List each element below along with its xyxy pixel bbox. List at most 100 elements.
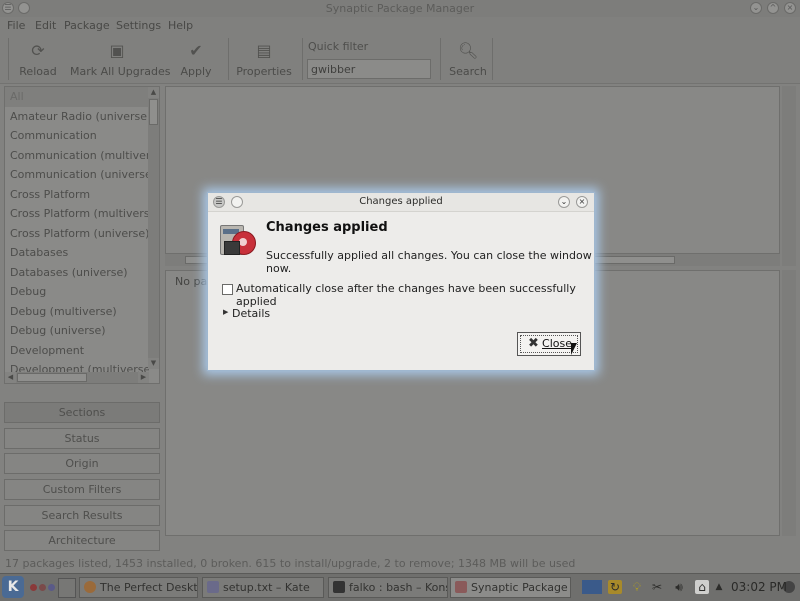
custom-filters-button[interactable]: Custom Filters [4,479,160,500]
close-window-icon[interactable]: × [784,2,796,14]
search-button[interactable]: 🔍︎ Search [448,39,488,79]
category-item[interactable]: Databases [5,243,149,263]
category-item[interactable]: Communication (multiverse) [5,146,149,166]
quick-filter-input[interactable] [307,59,431,79]
scroll-down-icon[interactable]: ▼ [148,358,159,369]
category-item[interactable]: Debug (multiverse) [5,302,149,322]
toolbar-separator [302,38,303,80]
mark-all-upgrades-button[interactable]: ▣ Mark All Upgrades [70,39,171,79]
main-window-title: Synaptic Package Manager [325,2,475,15]
dialog-message: Successfully applied all changes. You ca… [266,249,592,275]
search-results-button[interactable]: Search Results [4,505,160,526]
category-item[interactable]: Communication (universe) [5,165,149,185]
task-label: The Perfect Desktop - [100,581,198,594]
category-item[interactable]: Cross Platform (multiverse) [5,204,149,224]
category-list: All Amateur Radio (universe) Communicati… [5,87,149,380]
category-item[interactable]: Databases (universe) [5,263,149,283]
sections-button[interactable]: Sections [4,402,160,423]
apply-button[interactable]: ✔ Apply [176,39,216,79]
main-window-titlebar[interactable]: ☰ Synaptic Package Manager ⌄ ^ × [0,0,800,17]
category-item[interactable]: Development [5,341,149,361]
menu-file[interactable]: File [7,19,25,32]
scroll-up-icon[interactable]: ▲ [148,87,159,98]
close-icon: ✖ [528,336,539,351]
volume-icon[interactable]: 🔊︎ [672,580,686,594]
dialog-close-icon[interactable]: × [576,196,588,208]
dialog-minimize-icon[interactable]: ⌄ [558,196,570,208]
menu-edit[interactable]: Edit [35,19,56,32]
properties-label: Properties [236,65,292,78]
scroll-left-icon[interactable]: ◀ [5,372,16,383]
screen-icon[interactable] [582,580,602,594]
package-vertical-scrollbar[interactable] [782,86,796,266]
category-list-panel: All Amateur Radio (universe) Communicati… [4,86,160,384]
scroll-right-icon[interactable]: ▶ [138,372,149,383]
menu-bar: File Edit Package Settings Help [0,17,800,35]
mark-upgrades-icon: ▣ [109,41,125,60]
pager-icon[interactable] [48,584,55,591]
close-button-label: Close [542,337,572,350]
reload-icon: ⟳ [31,41,45,60]
tray-expand-icon[interactable]: ▲ [712,580,726,594]
mark-all-upgrades-label: Mark All Upgrades [70,65,171,78]
toolbar-separator [492,38,493,80]
dialog-title: Changes applied [359,196,443,207]
package-installer-icon [220,221,258,257]
category-item[interactable]: Amateur Radio (universe) [5,107,149,127]
properties-icon: ▤ [256,41,272,60]
scrollbar-thumb[interactable] [17,373,87,382]
category-item-all[interactable]: All [5,87,149,107]
status-button[interactable]: Status [4,428,160,449]
apply-label: Apply [180,65,212,78]
mouse-cursor-icon [571,343,577,355]
maximize-icon[interactable]: ^ [767,2,779,14]
scissors-icon[interactable]: ✂ [650,580,664,594]
task-label: Synaptic Package Man [471,581,570,594]
category-vertical-scrollbar[interactable]: ▲ ▼ [148,87,159,369]
task-firefox[interactable]: The Perfect Desktop - [79,577,198,598]
category-horizontal-scrollbar[interactable]: ◀ ▶ [5,372,149,383]
origin-button[interactable]: Origin [4,453,160,474]
clock[interactable]: 03:02 PM [731,580,787,594]
synaptic-icon [455,581,467,593]
kde-menu-icon[interactable]: K [2,576,24,598]
architecture-button[interactable]: Architecture [4,530,160,551]
auto-close-checkbox[interactable] [222,284,233,295]
task-konsole[interactable]: falko : bash – Konsole [328,577,448,598]
minimize-icon[interactable]: ⌄ [750,2,762,14]
auto-close-checkbox-label[interactable]: Automatically close after the changes ha… [236,282,594,308]
menu-settings[interactable]: Settings [116,19,161,32]
pager-icon[interactable] [39,584,46,591]
checkmark-icon: ✔ [189,41,203,60]
task-synaptic[interactable]: Synaptic Package Man [450,577,571,598]
properties-button[interactable]: ▤ Properties [236,39,292,79]
category-item[interactable]: Cross Platform (universe) [5,224,149,244]
category-item[interactable]: Debug (universe) [5,321,149,341]
task-label: falko : bash – Konsole [349,581,447,594]
changes-applied-dialog: ☰ Changes applied ⌄ × Changes applied Su… [207,192,595,371]
expander-arrow-icon[interactable]: ▶ [223,308,228,316]
scrollbar-thumb[interactable] [149,99,158,125]
category-item[interactable]: Cross Platform [5,185,149,205]
lightbulb-icon[interactable]: 💡︎ [630,580,644,594]
network-icon[interactable]: ⌂ [695,580,709,594]
search-icon: 🔍︎ [458,41,479,60]
dialog-titlebar[interactable]: ☰ Changes applied ⌄ × [208,193,594,212]
description-vertical-scrollbar[interactable] [782,270,796,536]
menu-package[interactable]: Package [64,19,110,32]
reload-button[interactable]: ⟳ Reload [16,39,60,79]
search-label: Search [449,65,487,78]
details-expander[interactable]: Details [232,307,270,320]
toolbar-separator [440,38,441,80]
task-label: setup.txt – Kate [223,581,310,594]
pager-icon[interactable] [30,584,37,591]
show-desktop-icon[interactable] [58,578,76,598]
menu-help[interactable]: Help [168,19,193,32]
category-item[interactable]: Communication [5,126,149,146]
dialog-heading: Changes applied [266,220,388,235]
reload-label: Reload [19,65,57,78]
task-kate[interactable]: setup.txt – Kate [202,577,324,598]
toolbar-handle [8,38,9,80]
category-item[interactable]: Debug [5,282,149,302]
updates-icon[interactable]: ↻ [608,580,622,594]
